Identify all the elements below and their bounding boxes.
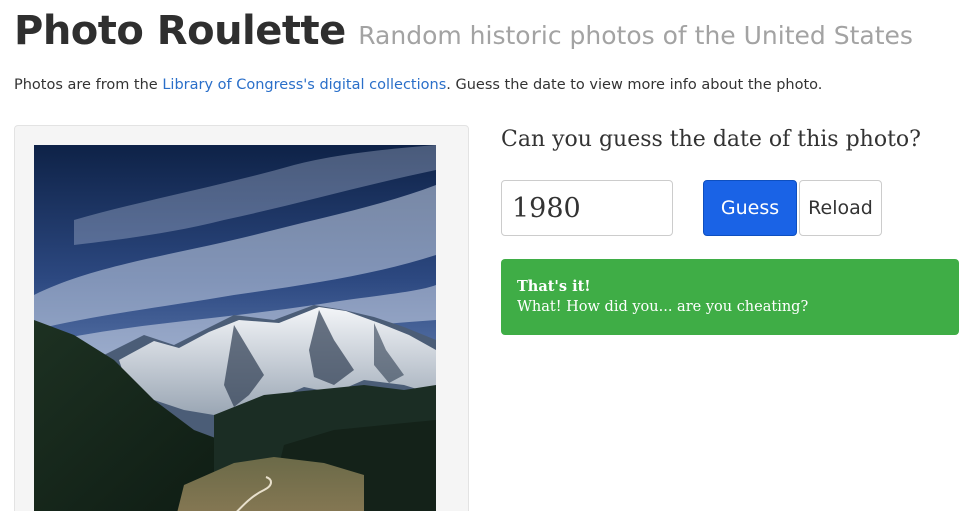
library-of-congress-link[interactable]: Library of Congress's digital collection…: [162, 77, 446, 93]
page-title: Photo Roulette: [14, 8, 346, 54]
guess-button[interactable]: Guess: [703, 180, 797, 236]
historic-photo: [34, 145, 436, 511]
page: Photo Roulette Random historic photos of…: [0, 0, 968, 511]
photo-well: [14, 125, 469, 511]
reload-button[interactable]: Reload: [799, 180, 882, 236]
result-message: What! How did you... are you cheating?: [517, 299, 809, 315]
result-alert: That's it! What! How did you... are you …: [501, 259, 959, 335]
guess-question: Can you guess the date of this photo?: [501, 127, 921, 152]
intro-suffix: . Guess the date to view more info about…: [446, 77, 823, 93]
intro-prefix: Photos are from the: [14, 77, 163, 93]
page-header: Photo Roulette Random historic photos of…: [14, 8, 913, 54]
result-title: That's it!: [517, 278, 591, 295]
mountain-landscape-image: [34, 145, 436, 511]
intro-text: Photos are from the Library of Congress'…: [14, 77, 822, 93]
page-subtitle: Random historic photos of the United Sta…: [358, 21, 913, 50]
year-input[interactable]: [501, 180, 673, 236]
